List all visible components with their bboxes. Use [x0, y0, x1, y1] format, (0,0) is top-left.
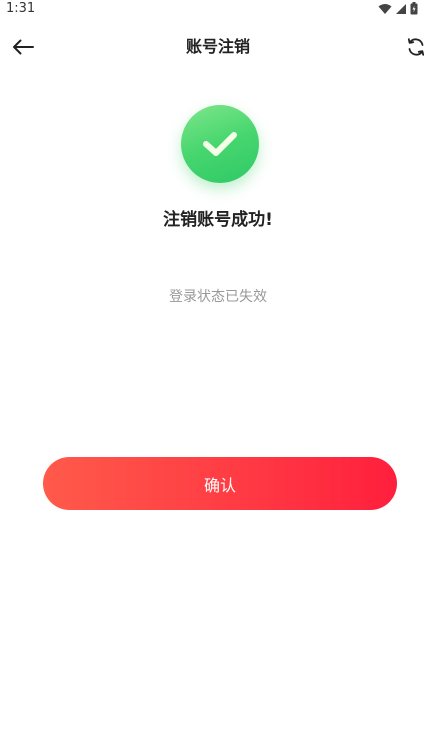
page-title: 账号注销 — [185, 37, 250, 56]
status-time: 1:31 — [6, 1, 36, 16]
confirm-button[interactable]: 确认 — [43, 457, 397, 510]
status-icons — [378, 2, 418, 15]
battery-icon — [410, 2, 418, 15]
result-description: 登录状态已失效 — [169, 289, 267, 305]
signal-icon — [396, 3, 406, 14]
result-title: 注销账号成功! — [163, 210, 273, 230]
success-badge — [181, 105, 259, 183]
status-bar: 1:31 — [0, 0, 436, 18]
check-icon — [203, 132, 237, 156]
refresh-icon — [407, 38, 425, 56]
wifi-icon — [378, 3, 392, 14]
nav-bar: 账号注销 — [0, 26, 436, 68]
refresh-button[interactable] — [404, 35, 428, 59]
